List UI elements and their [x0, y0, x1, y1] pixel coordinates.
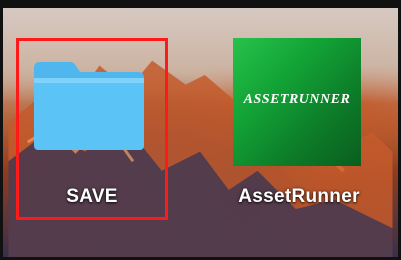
- app-label: AssetRunner: [238, 186, 360, 207]
- assetrunner-app-item[interactable]: ASSETRUNNER AssetRunner: [214, 38, 384, 220]
- folder-icon: [34, 62, 144, 150]
- folder-label: SAVE: [66, 186, 118, 207]
- app-icon-logo-text: ASSETRUNNER: [243, 92, 351, 107]
- save-folder-item[interactable]: SAVE: [16, 38, 168, 220]
- assetrunner-app-icon: ASSETRUNNER: [233, 38, 361, 166]
